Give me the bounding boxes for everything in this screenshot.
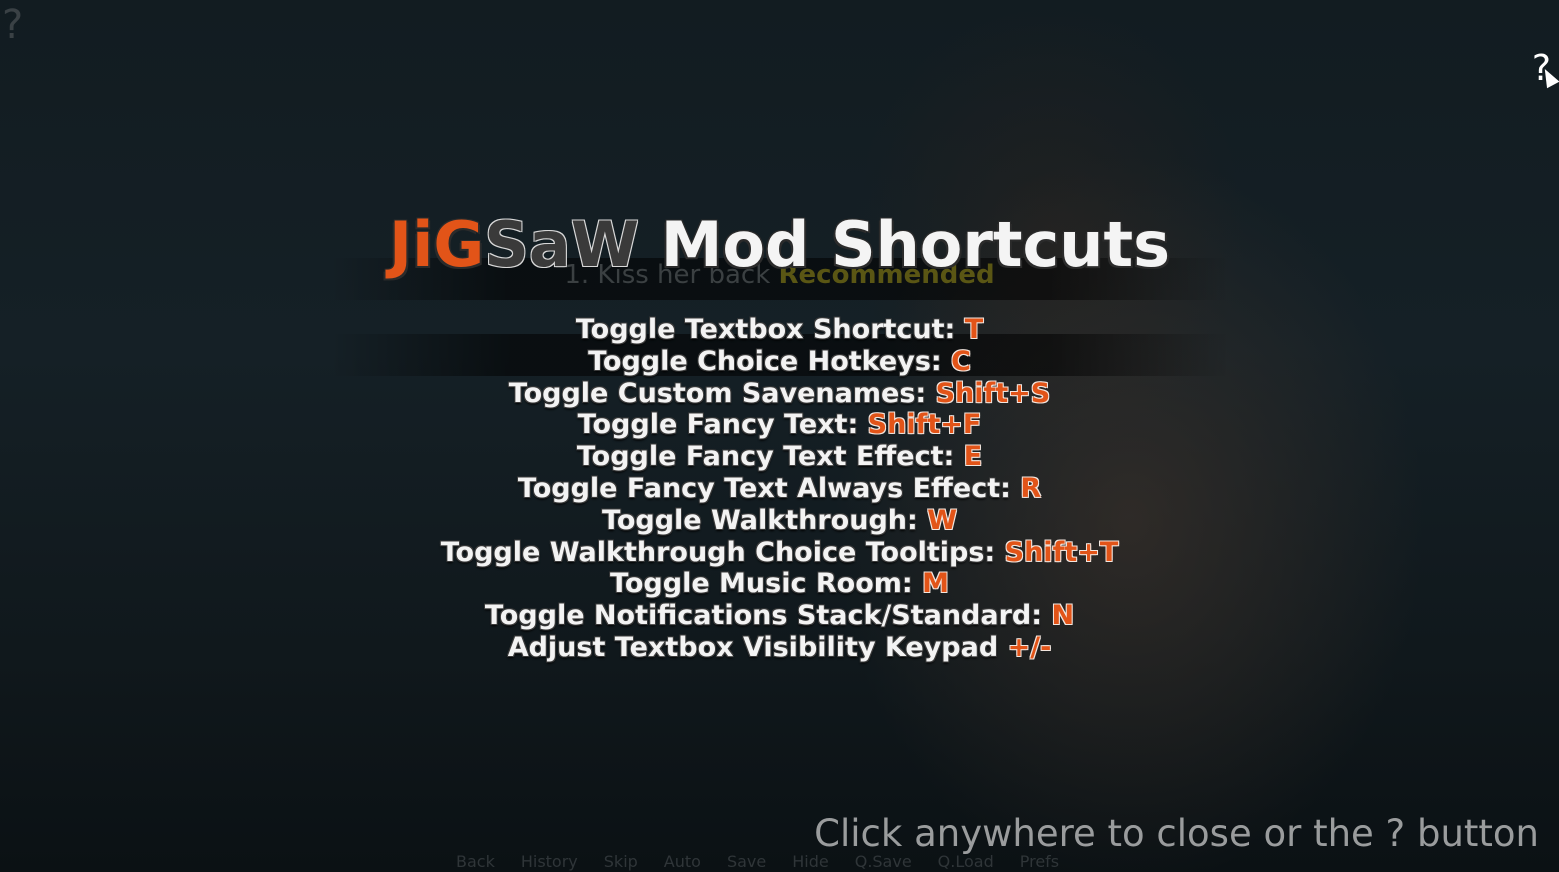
- shortcut-row: Toggle Walkthrough Choice Tooltips: Shif…: [0, 537, 1559, 569]
- shortcut-row: Adjust Textbox Visibility Keypad +/-: [0, 632, 1559, 664]
- shortcut-row: Toggle Notifications Stack/Standard: N: [0, 600, 1559, 632]
- shortcut-label: Toggle Fancy Text Always Effect:: [517, 472, 1021, 504]
- shortcut-label: Toggle Custom Savenames:: [508, 377, 936, 409]
- shortcut-row: Toggle Custom Savenames: Shift+S: [0, 378, 1559, 410]
- shortcut-key: R: [1020, 472, 1042, 504]
- shortcut-key: C: [951, 345, 971, 377]
- shortcut-key: +/-: [1007, 631, 1052, 663]
- shortcut-row: Toggle Fancy Text Effect: E: [0, 441, 1559, 473]
- quick-menu-auto[interactable]: Auto: [664, 852, 727, 871]
- shortcut-label: Toggle Fancy Text Effect:: [576, 441, 964, 473]
- shortcut-list: Toggle Textbox Shortcut: T Toggle Choice…: [0, 314, 1559, 664]
- shortcuts-overlay[interactable]: 1. Kiss her back Recommended ? ? JiGSaW …: [0, 0, 1559, 872]
- title-brand-ji: JiG: [389, 208, 485, 281]
- shortcut-row: Toggle Walkthrough: W: [0, 505, 1559, 537]
- shortcut-label: Toggle Fancy Text:: [577, 409, 868, 441]
- shortcut-label: Toggle Walkthrough:: [601, 504, 928, 536]
- shortcut-label: Toggle Music Room:: [610, 568, 923, 600]
- quick-menu-history[interactable]: History: [521, 852, 604, 871]
- shortcut-row: Toggle Textbox Shortcut: T: [0, 314, 1559, 346]
- title-text: Mod Shortcuts: [639, 208, 1170, 281]
- help-icon: ?: [2, 2, 24, 48]
- shortcut-key: Shift+S: [935, 377, 1051, 409]
- close-hint: Click anywhere to close or the ? button: [814, 812, 1539, 855]
- quick-menu-skip[interactable]: Skip: [604, 852, 664, 871]
- shortcut-row: Toggle Choice Hotkeys: C: [0, 346, 1559, 378]
- shortcut-key: W: [927, 504, 957, 536]
- quick-menu-back[interactable]: Back: [456, 852, 521, 871]
- shortcut-key: N: [1051, 600, 1075, 632]
- shortcut-row: Toggle Fancy Text: Shift+F: [0, 409, 1559, 441]
- page-title: JiGSaW Mod Shortcuts: [0, 208, 1559, 281]
- shortcut-key: M: [922, 568, 949, 600]
- quick-menu-save[interactable]: Save: [727, 852, 792, 871]
- shortcut-row: Toggle Music Room: M: [0, 568, 1559, 600]
- shortcut-label: Toggle Choice Hotkeys:: [588, 345, 952, 377]
- shortcut-label: Toggle Textbox Shortcut:: [575, 314, 965, 345]
- shortcut-label: Adjust Textbox Visibility Keypad: [507, 631, 1008, 663]
- title-brand-saw: SaW: [484, 208, 640, 281]
- shortcut-key: Shift+F: [867, 409, 982, 441]
- shortcut-label: Toggle Walkthrough Choice Tooltips:: [440, 536, 1005, 568]
- shortcut-label: Toggle Notifications Stack/Standard:: [484, 600, 1052, 632]
- shortcut-key: Shift+T: [1004, 536, 1119, 568]
- shortcut-key: E: [963, 441, 983, 473]
- shortcut-row: Toggle Fancy Text Always Effect: R: [0, 473, 1559, 505]
- shortcut-key: T: [964, 314, 984, 345]
